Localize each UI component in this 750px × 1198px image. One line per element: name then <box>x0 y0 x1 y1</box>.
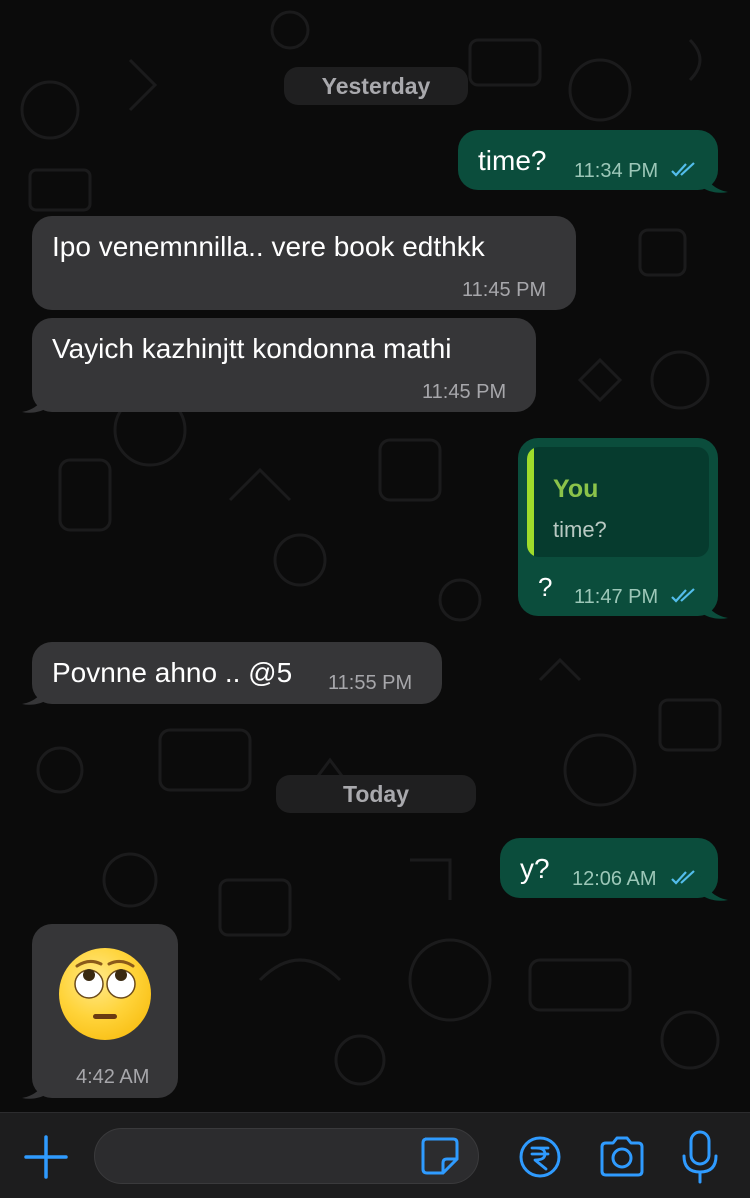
message-text: Povnne ahno .. @5 <box>52 657 293 688</box>
chat-area[interactable]: Yesterday time? 11:34 PM Ipo venemnnilla… <box>0 0 750 1112</box>
read-ticks-icon <box>671 588 695 603</box>
bubble-tail <box>22 1074 50 1099</box>
message-input-field[interactable] <box>94 1128 479 1184</box>
date-separator-yesterday: Yesterday <box>284 67 468 105</box>
camera-icon[interactable] <box>598 1135 646 1179</box>
message-input[interactable] <box>113 1139 417 1175</box>
bubble-tail <box>700 168 728 193</box>
date-separator-today: Today <box>276 775 476 813</box>
message-time: 11:45 PM <box>422 381 507 403</box>
message-text: y? <box>520 853 550 884</box>
quote-text: time? <box>553 517 607 542</box>
message-text: ? <box>538 572 553 602</box>
read-ticks-icon <box>671 162 695 177</box>
message-bubble-incoming[interactable]: Povnne ahno .. @5 11:55 PM <box>32 642 442 704</box>
message-bubble-incoming[interactable]: Vayich kazhinjtt kondonna mathi 11:45 PM <box>32 318 536 412</box>
read-ticks-icon <box>671 870 695 885</box>
message-bubble-incoming[interactable]: 4:42 AM <box>32 924 178 1098</box>
message-composer <box>0 1112 750 1198</box>
message-text: time? <box>478 145 547 176</box>
message-text: Ipo venemnnilla.. vere book edthkk <box>52 231 485 262</box>
message-bubble-outgoing[interactable]: time? 11:34 PM <box>458 130 718 190</box>
microphone-icon[interactable] <box>680 1130 720 1186</box>
message-text: Vayich kazhinjtt kondonna mathi <box>52 333 452 364</box>
message-time: 11:45 PM <box>462 279 547 301</box>
bubble-tail <box>700 594 728 619</box>
message-time: 4:42 AM <box>76 1066 150 1088</box>
face-with-rolling-eyes-icon <box>59 948 151 1040</box>
quoted-message[interactable]: You time? <box>527 447 709 557</box>
plus-icon[interactable] <box>22 1133 70 1181</box>
message-bubble-outgoing[interactable]: y? 12:06 AM <box>500 838 718 898</box>
message-time: 11:47 PM <box>574 586 659 608</box>
message-time: 12:06 AM <box>572 868 657 890</box>
bubble-tail <box>22 680 50 705</box>
message-time: 11:55 PM <box>328 672 413 694</box>
bubble-tail <box>22 388 50 413</box>
bubble-tail <box>700 876 728 901</box>
message-time: 11:34 PM <box>574 160 659 182</box>
message-bubble-outgoing[interactable]: You time? ? 11:47 PM <box>518 438 718 616</box>
quote-author: You <box>553 475 599 503</box>
sticker-icon[interactable] <box>417 1133 461 1177</box>
message-bubble-incoming[interactable]: Ipo venemnnilla.. vere book edthkk 11:45… <box>32 216 576 310</box>
rupee-payment-icon[interactable] <box>518 1135 562 1179</box>
quote-accent-bar <box>527 447 534 557</box>
